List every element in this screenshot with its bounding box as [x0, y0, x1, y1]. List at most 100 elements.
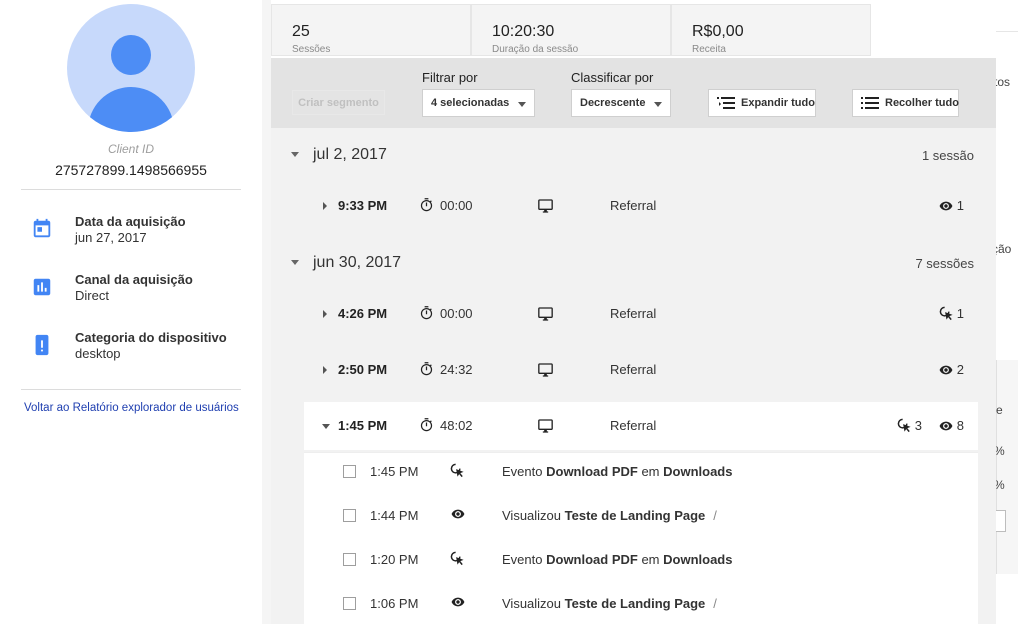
background-header — [996, 0, 1018, 32]
event-cursor-icon — [897, 418, 911, 433]
session-source: Referral — [610, 306, 657, 321]
mobile-device-icon — [35, 334, 49, 356]
stopwatch-icon — [420, 418, 433, 432]
collapse-all-button[interactable]: Recolher tudo — [852, 89, 959, 117]
stopwatch-icon — [420, 306, 433, 320]
date-group-count: 1 sessão — [921, 148, 974, 163]
expand-all-label: Expandir tudo — [741, 97, 815, 109]
calendar-icon — [33, 218, 51, 238]
device-category-title: Categoria do dispositivo — [75, 330, 227, 345]
acquisition-date-title: Data da aquisição — [75, 214, 186, 229]
pageview-count: 2 — [938, 362, 964, 377]
stopwatch-icon — [420, 362, 433, 376]
eye-icon — [451, 509, 465, 519]
hit-page-path: / — [713, 596, 717, 611]
expand-all-button[interactable]: Expandir tudo — [708, 89, 816, 117]
hit-description: Evento Download PDF em Downloads — [502, 552, 732, 567]
hit-name: Download PDF — [546, 464, 638, 479]
hit-description: Evento Download PDF em Downloads — [502, 464, 732, 479]
hit-description: Visualizou Teste de Landing Page / — [502, 596, 717, 611]
chevron-right-icon — [323, 310, 327, 318]
hit-prefix: Evento — [502, 464, 543, 479]
desktop-icon — [538, 307, 553, 321]
divider — [21, 189, 241, 190]
collapse-all-label: Recolher tudo — [885, 97, 959, 109]
session-source: Referral — [610, 418, 657, 433]
chevron-down-icon — [654, 102, 662, 107]
back-to-user-explorer-link[interactable]: Voltar ao Relatório explorador de usuári… — [24, 402, 239, 414]
hit-checkbox[interactable] — [343, 509, 356, 522]
client-id-value: 275727899.1498566955 — [55, 162, 207, 178]
pageview-count: 8 — [938, 418, 964, 433]
session-row[interactable]: 2:50 PM 24:32 Referral 2 — [304, 346, 978, 394]
hit-name: Teste de Landing Page — [564, 508, 706, 523]
avatar-body — [88, 87, 174, 132]
date-group-header[interactable]: jun 30, 2017 7 sessões — [271, 244, 996, 284]
session-duration: 48:02 — [440, 418, 473, 433]
clipped-text: ção — [996, 242, 1012, 256]
session-hits-list: 1:45 PM Evento Download PDF em Downloads… — [304, 452, 978, 624]
hit-checkbox[interactable] — [343, 465, 356, 478]
bar-chart-icon — [33, 278, 51, 296]
hit-mid: em — [641, 464, 660, 479]
pageview-count-value: 1 — [956, 198, 964, 213]
session-duration: 00:00 — [440, 198, 473, 213]
acquisition-channel-value: Direct — [75, 288, 109, 303]
hit-row: 1:45 PM Evento Download PDF em Downloads — [304, 453, 978, 497]
hit-time: 1:45 PM — [370, 464, 419, 479]
hit-category: Downloads — [663, 464, 733, 479]
filter-dropdown[interactable]: 4 selecionadas — [422, 89, 535, 117]
session-time: 2:50 PM — [338, 362, 388, 377]
hit-mid: em — [641, 552, 660, 567]
sort-dropdown[interactable]: Decrescente — [571, 89, 671, 117]
date-group-header[interactable]: jul 2, 2017 1 sessão — [271, 136, 996, 176]
eye-icon — [939, 365, 953, 375]
filter-label: Filtrar por — [422, 70, 478, 85]
chevron-down-icon — [518, 102, 526, 107]
hit-checkbox[interactable] — [343, 553, 356, 566]
divider — [21, 389, 241, 390]
session-source: Referral — [610, 362, 657, 377]
hit-name: Teste de Landing Page — [564, 596, 706, 611]
session-row-expanded[interactable]: 1:45 PM 48:02 Referral 3 8 — [304, 402, 978, 450]
hit-time: 1:20 PM — [370, 552, 419, 567]
metric-value: R$0,00 — [692, 23, 744, 40]
background-input — [996, 510, 1006, 532]
date-group-date: jun 30, 2017 — [313, 254, 402, 271]
metric-label: Duração da sessão — [492, 44, 579, 55]
user-avatar — [67, 4, 195, 132]
user-profile-panel: Client ID 275727899.1498566955 Data da a… — [0, 0, 262, 624]
metric-value: 25 — [292, 23, 310, 40]
metric-sessions: 25 Sessões — [271, 4, 471, 56]
hit-prefix: Visualizou — [502, 508, 562, 523]
metric-value: 10:20:30 — [492, 23, 555, 40]
session-time: 9:33 PM — [338, 198, 388, 213]
hit-description: Visualizou Teste de Landing Page / — [502, 508, 717, 523]
desktop-icon — [538, 363, 553, 377]
create-segment-button[interactable]: Criar segmento — [292, 90, 385, 115]
session-duration: 24:32 — [440, 362, 473, 377]
background-panel-edge: tos ção e % % — [996, 0, 1018, 624]
event-cursor-icon — [450, 463, 464, 478]
desktop-icon — [538, 419, 553, 433]
list-icon — [861, 97, 879, 109]
hit-category: Downloads — [663, 552, 733, 567]
hit-checkbox[interactable] — [343, 597, 356, 610]
metric-revenue: R$0,00 Receita — [671, 4, 871, 56]
session-row[interactable]: 9:33 PM 00:00 Referral 1 — [304, 182, 978, 230]
session-time: 1:45 PM — [338, 418, 388, 433]
chevron-right-icon — [323, 366, 327, 374]
date-group-date: jul 2, 2017 — [313, 146, 387, 163]
session-time: 4:26 PM — [338, 306, 388, 321]
pageview-count-value: 2 — [956, 362, 964, 377]
eye-icon — [939, 201, 953, 211]
event-cursor-icon — [450, 551, 464, 566]
clipped-text: % — [996, 444, 1005, 458]
panel-separator — [262, 0, 271, 624]
metric-session-duration: 10:20:30 Duração da sessão — [471, 4, 671, 56]
hit-row: 1:06 PM Visualizou Teste de Landing Page… — [304, 585, 978, 624]
filter-dropdown-value: 4 selecionadas — [431, 97, 510, 109]
clipped-text: % — [996, 478, 1005, 492]
metric-label: Receita — [692, 44, 726, 55]
session-row[interactable]: 4:26 PM 00:00 Referral 1 — [304, 290, 978, 338]
